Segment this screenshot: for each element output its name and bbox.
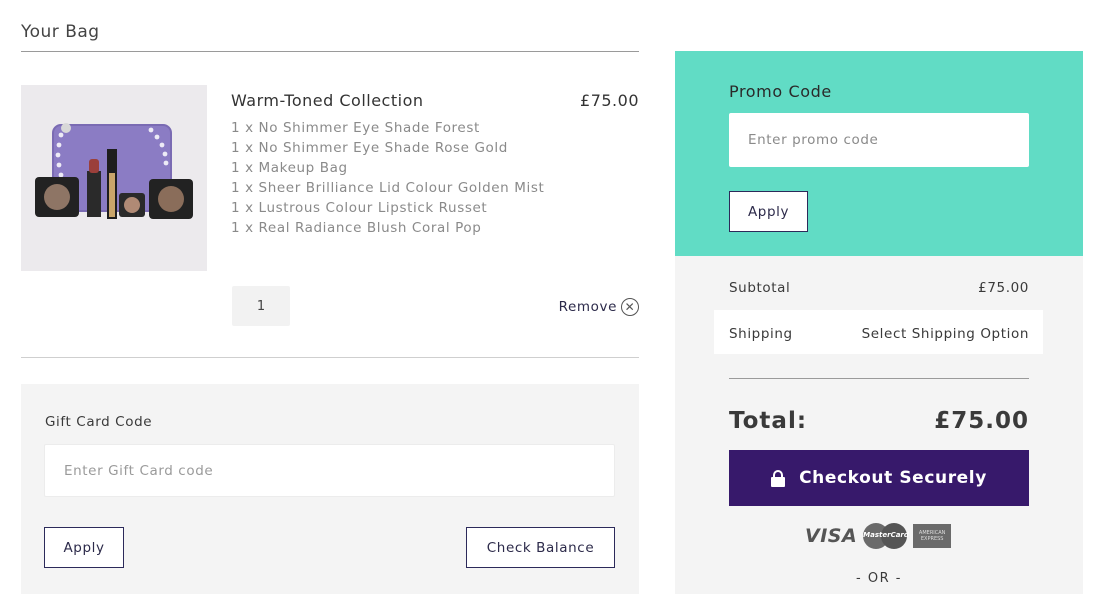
quantity-input[interactable]: 1 [232,286,290,326]
remove-label: Remove [558,299,617,315]
subtotal-value: £75.00 [978,280,1029,296]
list-item: 1 x Sheer Brilliance Lid Colour Golden M… [231,180,545,196]
list-item: 1 x Makeup Bag [231,160,348,176]
product-contents-list: 1 x No Shimmer Eye Shade Forest 1 x No S… [231,118,544,238]
list-item: 1 x Real Radiance Blush Coral Pop [231,220,482,236]
close-circle-icon: ✕ [621,298,639,316]
visa-icon: VISA [805,525,858,547]
product-price: £75.00 [580,91,639,110]
title-divider [21,51,639,52]
total-row: Total: £75.00 [729,408,1029,434]
promo-code-panel: Promo Code Apply [675,51,1083,256]
gift-card-input[interactable] [44,444,615,497]
order-summary: Promo Code Apply Subtotal £75.00 Shippin… [675,51,1083,594]
subtotal-row: Subtotal £75.00 [729,280,1029,296]
shipping-select[interactable]: Select Shipping Option [862,326,1029,342]
product-image[interactable] [21,85,207,271]
list-item: 1 x No Shimmer Eye Shade Rose Gold [231,140,508,156]
checkout-label: Checkout Securely [799,468,987,488]
total-label: Total: [729,408,808,434]
summary-divider [729,378,1029,379]
gift-card-label: Gift Card Code [45,414,153,430]
list-item: 1 x Lustrous Colour Lipstick Russet [231,200,488,216]
makeup-bag-collection-image [21,85,207,271]
gift-card-panel: Gift Card Code Apply Check Balance [21,384,639,594]
subtotal-label: Subtotal [729,280,791,296]
mastercard-icon: MasterCard [863,523,909,549]
gift-card-apply-button[interactable]: Apply [44,527,124,568]
promo-code-input[interactable] [729,113,1029,167]
or-divider: - OR - [856,571,902,586]
lock-icon [771,469,786,487]
checkout-button[interactable]: Checkout Securely [729,450,1029,506]
amex-icon: AMERICAN EXPRESS [913,524,952,548]
promo-code-title: Promo Code [729,82,832,101]
promo-apply-button[interactable]: Apply [729,191,808,232]
remove-button[interactable]: Remove ✕ [559,298,639,316]
page-title: Your Bag [21,22,100,42]
shipping-row: Shipping Select Shipping Option [729,326,1029,342]
product-name[interactable]: Warm-Toned Collection [231,91,424,110]
check-balance-button[interactable]: Check Balance [466,527,615,568]
list-item: 1 x No Shimmer Eye Shade Forest [231,120,480,136]
item-divider [21,357,639,358]
bag-section: Your Bag Warm-Toned Collection £75.00 1 … [21,0,639,594]
shipping-label: Shipping [729,326,793,342]
payment-methods: VISA MasterCard AMERICAN EXPRESS [805,523,952,549]
total-value: £75.00 [934,408,1029,434]
